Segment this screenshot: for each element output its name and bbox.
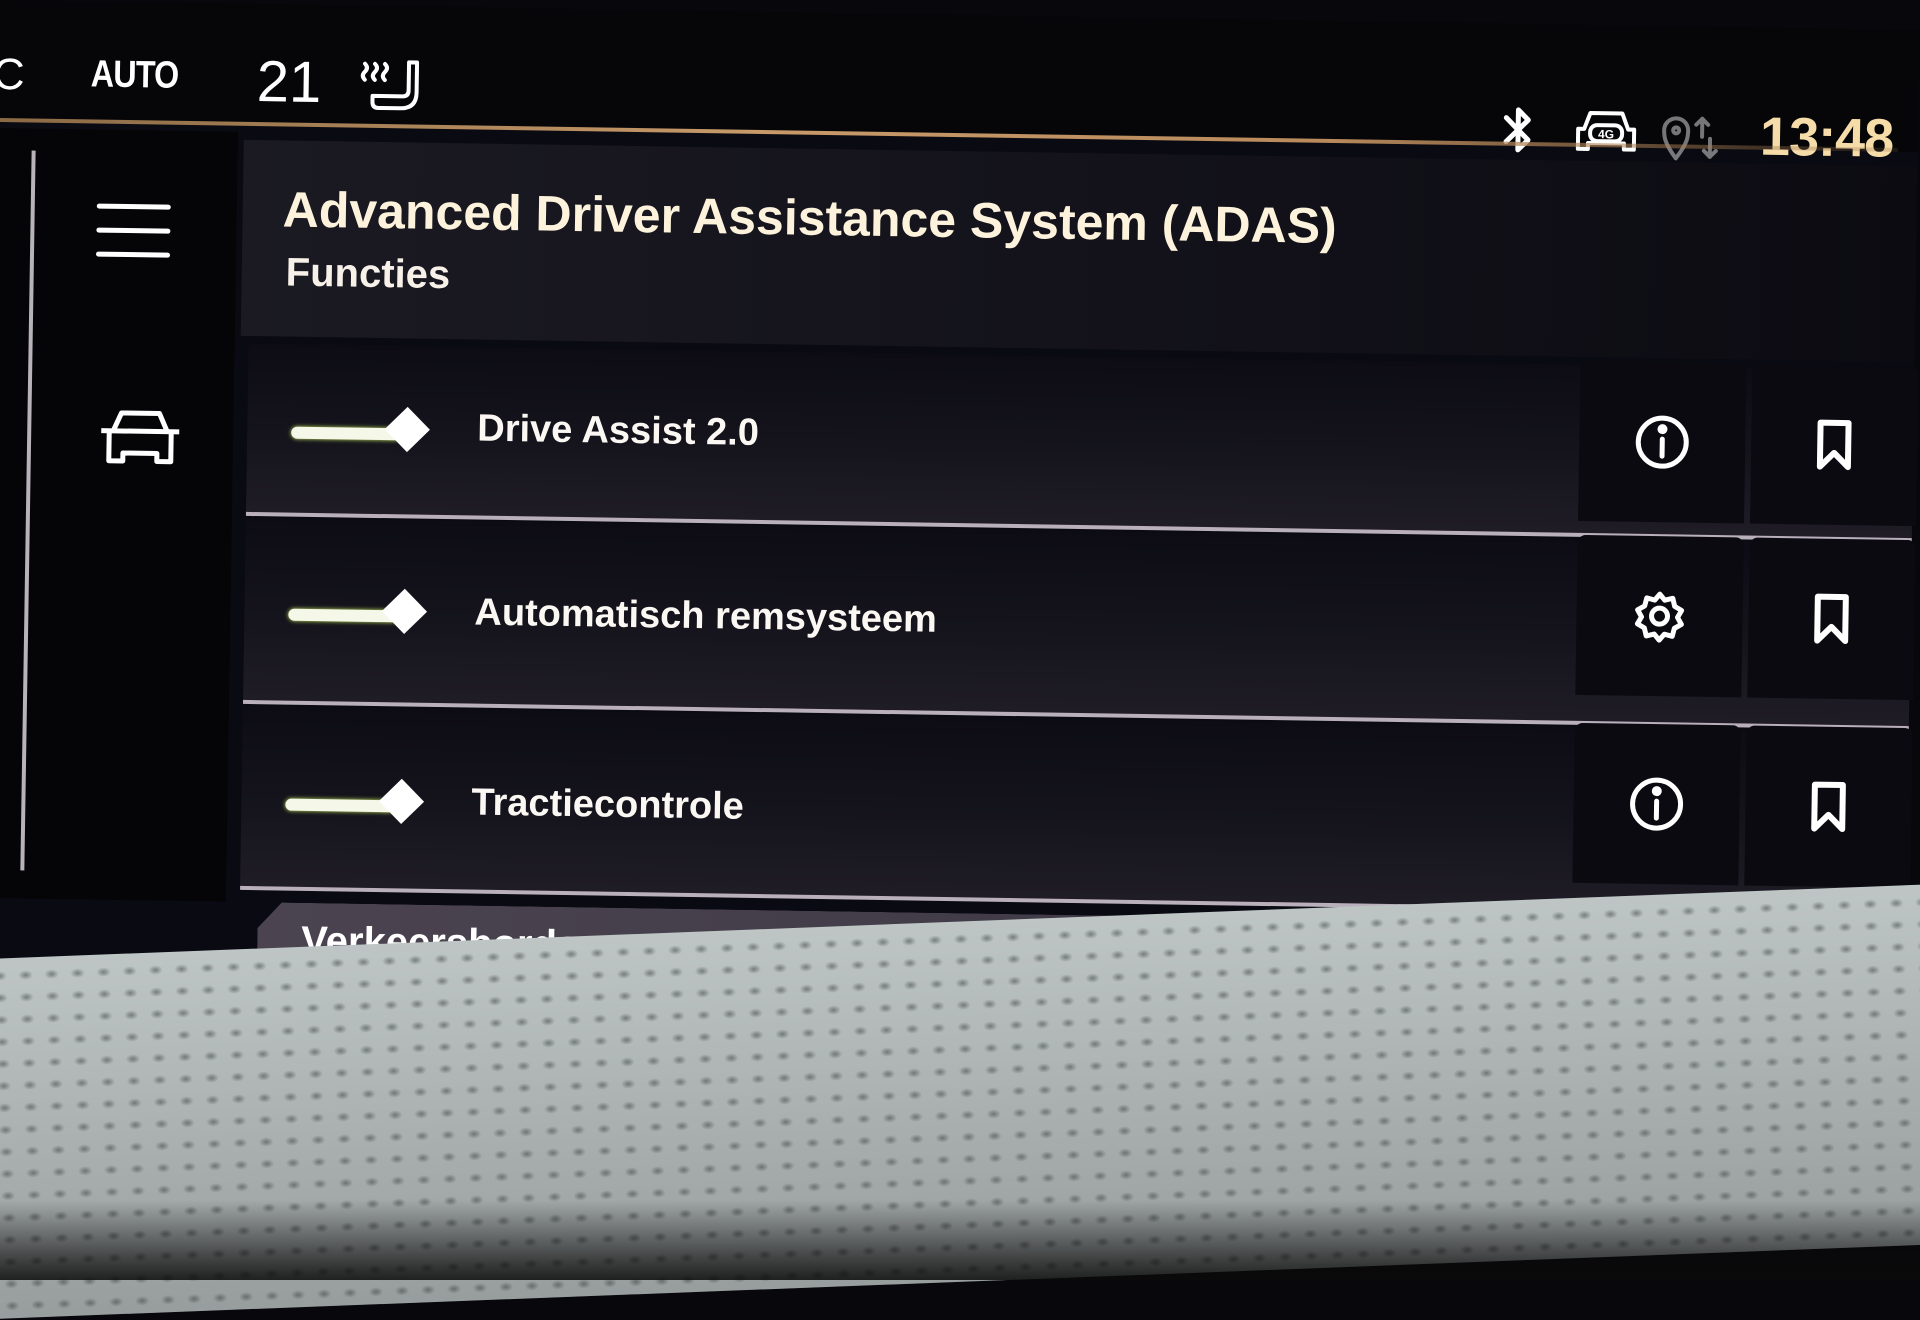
car-icon[interactable] — [99, 407, 182, 472]
bookmark-icon — [1798, 776, 1859, 837]
seat-heating-icon[interactable] — [358, 58, 425, 115]
gear-icon — [1629, 586, 1690, 647]
bluetooth-icon — [1498, 104, 1539, 157]
toggle-knob — [382, 589, 427, 634]
location-sharing-icon — [1658, 112, 1725, 163]
hamburger-menu-icon[interactable] — [96, 202, 175, 263]
function-row-drive-assist: Drive Assist 2.0 — [246, 344, 1914, 542]
car-4g-icon: 4G — [1574, 107, 1639, 158]
info-button[interactable] — [1578, 361, 1746, 524]
status-bar: C AUTO 21 4G — [0, 0, 1920, 152]
info-button[interactable] — [1572, 723, 1740, 886]
function-label: Drive Assist 2.0 — [477, 408, 759, 455]
toggle-knob — [385, 407, 430, 452]
drive-assist-toggle[interactable] — [291, 407, 442, 459]
page-header: Advanced Driver Assistance System (ADAS)… — [241, 140, 1918, 362]
infotainment-screen: C AUTO 21 4G — [0, 0, 1920, 1010]
info-icon — [1632, 412, 1693, 473]
function-row-traction-control: Tractiecontrole — [240, 706, 1909, 916]
dashboard-shadow — [0, 1200, 1920, 1280]
function-label: Automatisch remsysteem — [474, 592, 937, 642]
section-subtitle: Functies — [285, 251, 450, 299]
bookmark-icon — [1801, 588, 1862, 649]
climate-label-partial: C — [0, 50, 25, 100]
function-row-automatic-braking: Automatisch remsysteem — [243, 518, 1912, 730]
svg-text:4G: 4G — [1598, 127, 1614, 141]
climate-mode-button[interactable]: AUTO — [90, 53, 178, 97]
bookmark-button[interactable] — [1750, 364, 1918, 527]
bookmark-button[interactable] — [1744, 726, 1912, 889]
temperature-readout[interactable]: 21 — [256, 48, 322, 116]
page-title: Advanced Driver Assistance System (ADAS) — [282, 180, 1337, 255]
info-icon — [1626, 774, 1687, 835]
toggle-knob — [379, 779, 424, 824]
bookmark-icon — [1804, 414, 1865, 475]
automatic-braking-toggle[interactable] — [288, 589, 439, 641]
function-label: Tractiecontrole — [471, 782, 744, 829]
settings-button[interactable] — [1575, 535, 1743, 698]
clock: 13:48 — [1760, 106, 1894, 170]
bookmark-button[interactable] — [1747, 538, 1915, 701]
traction-control-toggle[interactable] — [285, 779, 436, 831]
